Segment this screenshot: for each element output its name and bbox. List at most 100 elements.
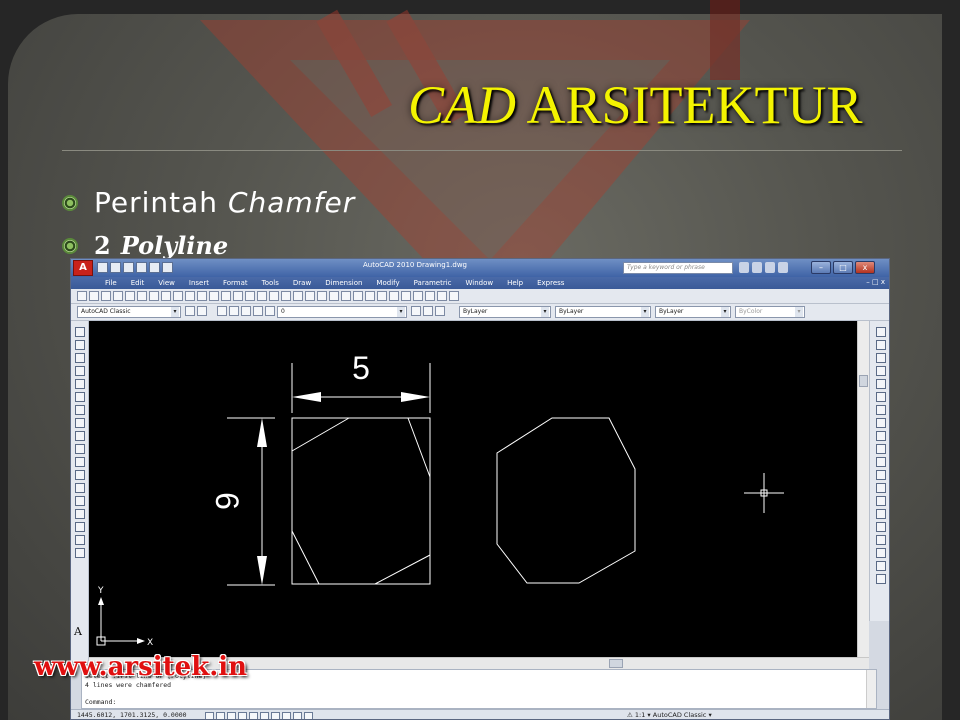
erase-icon[interactable] — [876, 327, 886, 337]
autocad-logo-icon[interactable]: A — [73, 260, 93, 276]
gear-icon[interactable] — [185, 306, 195, 316]
plot-icon[interactable] — [162, 262, 173, 273]
toolbar-icon[interactable] — [449, 291, 459, 301]
menu-modify[interactable]: Modify — [376, 279, 399, 287]
explode-icon[interactable] — [876, 522, 886, 532]
ellipse-icon[interactable] — [75, 444, 85, 454]
menu-draw[interactable]: Draw — [293, 279, 311, 287]
toolbar-icon[interactable] — [305, 291, 315, 301]
toolbar-icon[interactable] — [281, 291, 291, 301]
undo-icon[interactable] — [136, 262, 147, 273]
ducs-icon[interactable] — [271, 712, 280, 719]
chamfer-icon[interactable] — [876, 496, 886, 506]
toolbar-icon[interactable] — [77, 291, 87, 301]
menu-dimension[interactable]: Dimension — [325, 279, 362, 287]
menu-help[interactable]: Help — [507, 279, 523, 287]
sun-icon[interactable] — [241, 306, 251, 316]
command-prompt[interactable]: Command: — [85, 698, 116, 706]
stretch-icon[interactable] — [876, 431, 886, 441]
gradient-icon[interactable] — [75, 522, 85, 532]
dyn-icon[interactable] — [282, 712, 291, 719]
menu-view[interactable]: View — [158, 279, 175, 287]
lock-icon[interactable] — [253, 306, 263, 316]
toolbar-icon[interactable] — [876, 535, 886, 545]
menu-window[interactable]: Window — [466, 279, 494, 287]
annotation-scale-workspace[interactable]: ⚠ 1:1 ▾ AutoCAD Classic ▾ — [627, 711, 712, 719]
arc-icon[interactable] — [75, 392, 85, 402]
toolbar-icon[interactable] — [185, 291, 195, 301]
menu-file[interactable]: File — [105, 279, 117, 287]
save-icon[interactable] — [123, 262, 134, 273]
menu-express[interactable]: Express — [537, 279, 564, 287]
workspace-dropdown[interactable]: AutoCAD Classic ▾ — [77, 306, 181, 318]
toolbar-icon[interactable] — [89, 291, 99, 301]
toolbar-icon[interactable] — [149, 291, 159, 301]
scale-icon[interactable] — [876, 418, 886, 428]
drawing-canvas[interactable]: 5 6 Y X — [89, 321, 857, 657]
color-dropdown[interactable]: ByLayer ▾ — [459, 306, 551, 318]
layer-properties-icon[interactable] — [217, 306, 227, 316]
plotstyle-dropdown[interactable]: ByColor ▾ — [735, 306, 805, 318]
otrack-icon[interactable] — [260, 712, 269, 719]
copy-icon[interactable] — [876, 340, 886, 350]
toolbar-icon[interactable] — [425, 291, 435, 301]
maximize-button[interactable]: □ — [833, 261, 853, 274]
array-icon[interactable] — [876, 379, 886, 389]
vertical-scroll-thumb[interactable] — [859, 375, 868, 387]
move-icon[interactable] — [876, 392, 886, 402]
spline-icon[interactable] — [75, 431, 85, 441]
toolbar-icon[interactable] — [173, 291, 183, 301]
polyline-icon[interactable] — [75, 353, 85, 363]
document-window-controls[interactable]: – □ x — [866, 278, 885, 286]
menu-format[interactable]: Format — [223, 279, 248, 287]
toolbar-icon[interactable] — [257, 291, 267, 301]
polygon-icon[interactable] — [75, 366, 85, 376]
construction-line-icon[interactable] — [75, 340, 85, 350]
color-square-icon[interactable] — [265, 306, 275, 316]
toolbar-icon[interactable] — [876, 574, 886, 584]
search-input[interactable]: Type a keyword or phrase — [623, 262, 733, 274]
toolbar-icon[interactable] — [197, 306, 207, 316]
menu-insert[interactable]: Insert — [189, 279, 209, 287]
point-icon[interactable] — [75, 496, 85, 506]
break-icon[interactable] — [876, 470, 886, 480]
help-icon[interactable] — [778, 262, 788, 273]
toolbar-icon[interactable] — [411, 306, 421, 316]
fillet-icon[interactable] — [876, 509, 886, 519]
line-icon[interactable] — [75, 327, 85, 337]
join-icon[interactable] — [876, 483, 886, 493]
offset-icon[interactable] — [876, 366, 886, 376]
vertical-scrollbar[interactable] — [857, 321, 869, 657]
region-icon[interactable] — [75, 535, 85, 545]
toolbar-icon[interactable] — [353, 291, 363, 301]
toolbar-icon[interactable] — [101, 291, 111, 301]
rectangle-icon[interactable] — [75, 379, 85, 389]
toolbar-icon[interactable] — [161, 291, 171, 301]
toolbar-icon[interactable] — [401, 291, 411, 301]
toolbar-icon[interactable] — [269, 291, 279, 301]
lightbulb-icon[interactable] — [229, 306, 239, 316]
new-icon[interactable] — [97, 262, 108, 273]
make-block-icon[interactable] — [75, 483, 85, 493]
qp-icon[interactable] — [304, 712, 313, 719]
linetype-dropdown[interactable]: ByLayer ▾ — [555, 306, 651, 318]
menu-parametric[interactable]: Parametric — [414, 279, 452, 287]
toolbar-icon[interactable] — [197, 291, 207, 301]
lineweight-dropdown[interactable]: ByLayer ▾ — [655, 306, 731, 318]
toolbar-icon[interactable] — [245, 291, 255, 301]
multiline-text-button[interactable]: A — [74, 625, 82, 638]
star-icon[interactable] — [765, 262, 775, 273]
toolbar-icon[interactable] — [137, 291, 147, 301]
toolbar-icon[interactable] — [365, 291, 375, 301]
ortho-icon[interactable] — [227, 712, 236, 719]
binoculars-icon[interactable] — [739, 262, 749, 273]
ellipse-arc-icon[interactable] — [75, 457, 85, 467]
toolbar-icon[interactable] — [377, 291, 387, 301]
close-button[interactable]: x — [855, 261, 875, 274]
communication-icon[interactable] — [752, 262, 762, 273]
minimize-button[interactable]: – — [811, 261, 831, 274]
toolbar-icon[interactable] — [423, 306, 433, 316]
menu-tools[interactable]: Tools — [262, 279, 279, 287]
toolbar-icon[interactable] — [221, 291, 231, 301]
revcloud-icon[interactable] — [75, 418, 85, 428]
